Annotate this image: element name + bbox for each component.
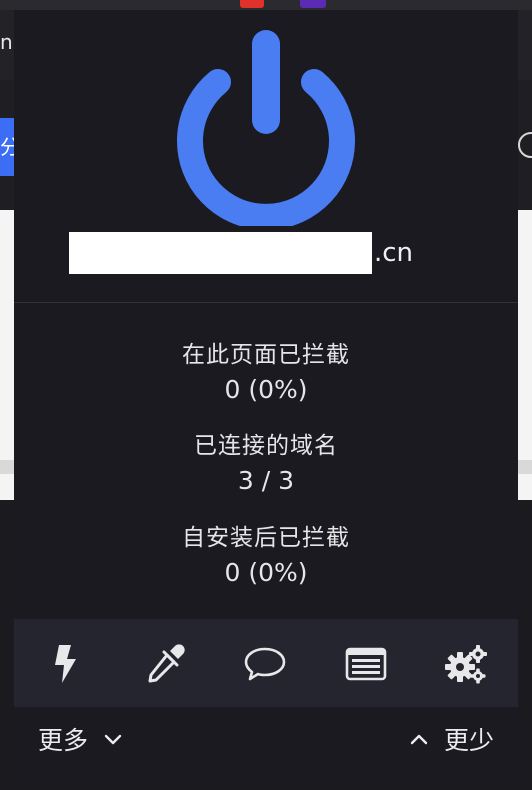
eyedropper-icon (148, 644, 185, 683)
lightning-icon (55, 645, 76, 683)
extension-popup: .cn 在此页面已拦截 0 (0%) 已连接的域名 3 / 3 自安装后已拦截 … (14, 10, 518, 780)
tab-favicon-purple (300, 0, 326, 8)
element-picker-button[interactable] (142, 641, 188, 687)
logger-list-icon (345, 647, 387, 681)
more-label: 更多 (38, 726, 89, 755)
stat-domains-connected: 已连接的域名 3 / 3 (14, 426, 518, 495)
popup-toolbar (14, 619, 518, 707)
stat-value: 3 / 3 (237, 466, 295, 495)
page-blue-button[interactable]: 分 (0, 118, 14, 176)
report-issue-button[interactable] (242, 641, 288, 687)
chevron-up-icon (410, 734, 428, 745)
dashboard-settings-button[interactable] (443, 641, 489, 687)
more-button[interactable]: 更多 (38, 721, 138, 757)
less-label: 更少 (443, 726, 494, 755)
hostname-redacted (69, 232, 372, 274)
hostname-suffix: .cn (374, 238, 414, 268)
stat-value: 0 (0%) (224, 558, 308, 587)
chevron-down-icon (104, 734, 122, 745)
more-less-row: 更多 更少 (14, 707, 518, 780)
stat-blocked-on-page: 在此页面已拦截 0 (0%) (14, 335, 518, 404)
tab-favicon-red (240, 0, 264, 8)
stat-blocked-since-install: 自安装后已拦截 0 (0%) (14, 518, 518, 587)
speech-bubble-icon (244, 647, 286, 681)
logger-button[interactable] (343, 641, 389, 687)
stat-value: 0 (0%) (224, 375, 308, 404)
divider (14, 302, 518, 303)
hostname: .cn (69, 232, 413, 274)
power-icon[interactable] (177, 20, 355, 230)
lightning-button[interactable] (42, 641, 88, 687)
stat-label: 已连接的域名 (194, 433, 338, 459)
stat-label: 在此页面已拦截 (182, 342, 350, 368)
stat-label: 自安装后已拦截 (182, 525, 350, 551)
gears-icon (445, 645, 487, 684)
less-button[interactable]: 更少 (394, 721, 494, 757)
browser-top-strip (0, 0, 532, 10)
power-switch[interactable] (177, 20, 355, 230)
